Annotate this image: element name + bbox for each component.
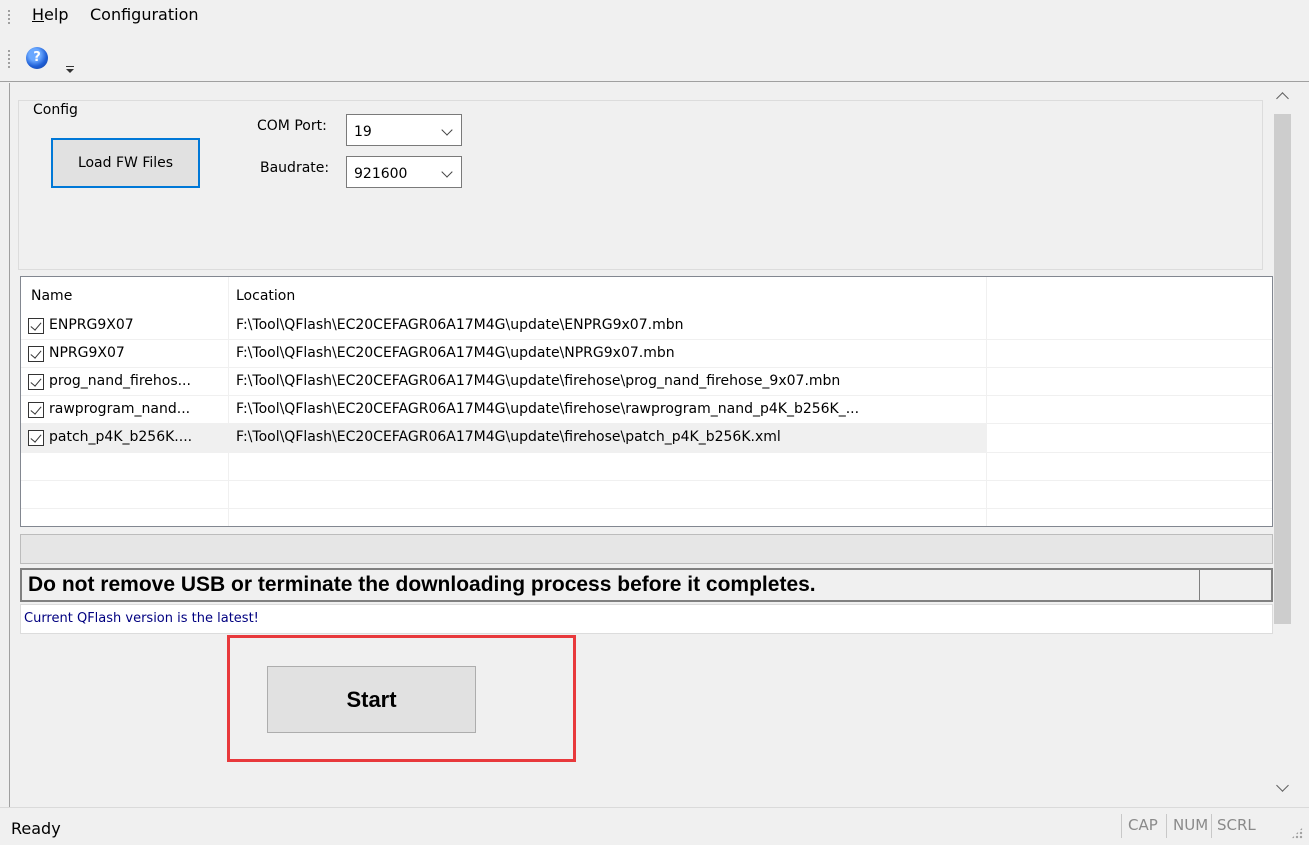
vertical-scrollbar[interactable]: [1273, 83, 1292, 807]
config-groupbox: [18, 100, 1263, 270]
version-text: Current QFlash version is the latest!: [24, 611, 259, 626]
row-checkbox[interactable]: [28, 346, 44, 362]
file-name: NPRG9X07: [49, 345, 125, 361]
list-header: Name Location: [21, 277, 1272, 311]
menu-help-rest: elp: [44, 5, 69, 24]
status-text: Ready: [11, 819, 61, 838]
file-name: ENPRG9X07: [49, 317, 134, 333]
num-lock-indicator: NUM: [1173, 816, 1209, 834]
scroll-lock-indicator: SCRL: [1217, 816, 1256, 834]
file-location: F:\Tool\QFlash\EC20CEFAGR06A17M4G\update…: [236, 429, 781, 445]
row-divider: [21, 339, 1272, 340]
toolbar: ?: [0, 36, 1309, 82]
warning-status-bar: Do not remove USB or terminate the downl…: [20, 568, 1273, 602]
status-divider: [1211, 814, 1212, 838]
list-item[interactable]: NPRG9X07 F:\Tool\QFlash\EC20CEFAGR06A17M…: [21, 340, 987, 368]
file-location: F:\Tool\QFlash\EC20CEFAGR06A17M4G\update…: [236, 401, 860, 417]
row-divider: [21, 367, 1272, 368]
caps-lock-indicator: CAP: [1128, 816, 1158, 834]
row-divider: [21, 480, 1272, 481]
file-location: F:\Tool\QFlash\EC20CEFAGR06A17M4G\update…: [236, 345, 675, 361]
download-progress-bar: [20, 534, 1273, 564]
menu-bar: Help Configuration: [0, 0, 1309, 36]
scroll-thumb[interactable]: [1274, 114, 1291, 624]
toolbar-overflow-icon[interactable]: [64, 64, 76, 76]
config-group-label: Config: [30, 102, 81, 118]
list-item[interactable]: rawprogram_nand... F:\Tool\QFlash\EC20CE…: [21, 396, 987, 424]
toolbar-grip[interactable]: [8, 50, 10, 68]
row-checkbox[interactable]: [28, 374, 44, 390]
com-port-label: COM Port:: [257, 118, 327, 134]
menu-help[interactable]: Help: [32, 5, 68, 24]
version-message-box: Current QFlash version is the latest!: [20, 604, 1273, 634]
file-name: patch_p4K_b256K....: [49, 429, 193, 445]
scroll-up-icon[interactable]: [1273, 87, 1292, 107]
list-item[interactable]: prog_nand_firehos... F:\Tool\QFlash\EC20…: [21, 368, 987, 396]
status-pane-divider: [1199, 570, 1200, 600]
row-divider: [21, 452, 1272, 453]
column-header-location[interactable]: Location: [236, 288, 295, 304]
status-divider: [1166, 814, 1167, 838]
column-header-name[interactable]: Name: [31, 288, 72, 304]
row-divider: [21, 508, 1272, 509]
resize-grip-icon[interactable]: [1291, 827, 1303, 839]
row-checkbox[interactable]: [28, 430, 44, 446]
baudrate-label: Baudrate:: [260, 160, 330, 176]
baudrate-select[interactable]: 921600: [346, 156, 462, 188]
menu-configuration[interactable]: Configuration: [90, 5, 199, 24]
main-panel: Config Load FW Files COM Port: 19 Baudra…: [9, 83, 1309, 807]
chevron-down-icon: [441, 166, 453, 178]
baudrate-value: 921600: [354, 166, 408, 182]
start-highlight-annotation: [227, 635, 576, 762]
row-divider: [21, 423, 1272, 424]
row-checkbox[interactable]: [28, 318, 44, 334]
com-port-value: 19: [354, 124, 372, 140]
list-item[interactable]: patch_p4K_b256K.... F:\Tool\QFlash\EC20C…: [21, 424, 987, 452]
load-fw-files-button[interactable]: Load FW Files: [51, 138, 200, 188]
menu-grip[interactable]: [8, 10, 10, 26]
status-divider: [1121, 814, 1122, 838]
com-port-select[interactable]: 19: [346, 114, 462, 146]
file-name: prog_nand_firehos...: [49, 373, 191, 389]
list-item[interactable]: ENPRG9X07 F:\Tool\QFlash\EC20CEFAGR06A17…: [21, 312, 987, 340]
row-divider: [21, 395, 1272, 396]
chevron-down-icon: [441, 124, 453, 136]
file-name: rawprogram_nand...: [49, 401, 191, 417]
file-location: F:\Tool\QFlash\EC20CEFAGR06A17M4G\update…: [236, 373, 841, 389]
scroll-down-icon[interactable]: [1273, 779, 1292, 799]
warning-text: Do not remove USB or terminate the downl…: [28, 573, 816, 596]
firmware-file-list[interactable]: Name Location ENPRG9X07 F:\Tool\QFlash\E…: [20, 276, 1273, 527]
help-globe-icon[interactable]: ?: [26, 47, 48, 69]
row-checkbox[interactable]: [28, 402, 44, 418]
status-bar: Ready CAP NUM SCRL: [0, 807, 1309, 845]
file-location: F:\Tool\QFlash\EC20CEFAGR06A17M4G\update…: [236, 317, 684, 333]
